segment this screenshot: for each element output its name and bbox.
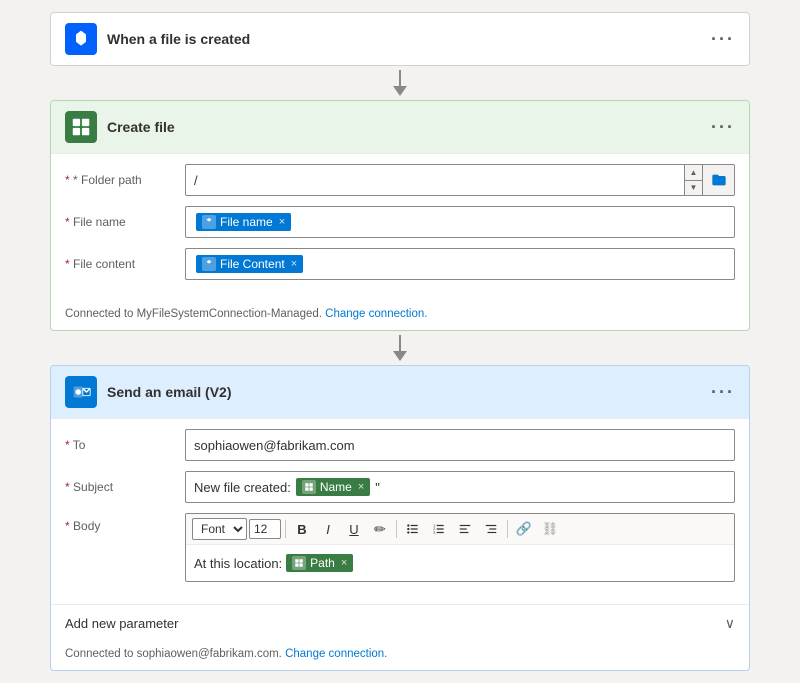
folder-browse-button[interactable]: [702, 165, 734, 195]
send-email-title: Send an email (V2): [107, 384, 701, 400]
file-content-token: File Content ×: [196, 255, 303, 273]
toolbar-sep-1: [285, 520, 286, 538]
folder-path-row: * * Folder path ▲ ▼: [65, 164, 735, 196]
outlook-icon: [65, 376, 97, 408]
dropbox-token-icon: [202, 215, 216, 229]
body-label: * Body: [65, 513, 175, 533]
subject-row: * Subject New file created: Name × ": [65, 471, 735, 503]
ordered-list-button[interactable]: 1.2.3.: [427, 517, 451, 541]
trigger-menu[interactable]: ···: [711, 29, 735, 50]
send-email-body: * To sophiaowen@fabrikam.com * Subject N…: [51, 418, 749, 604]
required-star-1: *: [65, 173, 73, 187]
create-file-card: Create file ··· * * Folder path ▲ ▼: [50, 100, 750, 331]
spinner-down[interactable]: ▼: [685, 181, 702, 196]
send-email-connection: Connected to sophiaowen@fabrikam.com. Ch…: [51, 642, 749, 670]
flow-container: When a file is created ··· Create file ·…: [16, 12, 784, 671]
subject-token-close[interactable]: ×: [358, 481, 364, 493]
link-button[interactable]: 🔗: [512, 517, 536, 541]
folder-path-input-wrapper: ▲ ▼: [185, 164, 735, 196]
add-param-label: Add new parameter: [65, 616, 178, 631]
dropbox-trigger-icon: [65, 23, 97, 55]
folder-path-label: * * Folder path: [65, 173, 175, 187]
file-name-input[interactable]: File name ×: [185, 206, 735, 238]
unordered-list-button[interactable]: [401, 517, 425, 541]
body-row: * Body Font B I U ✏: [65, 513, 735, 582]
italic-button[interactable]: I: [316, 517, 340, 541]
file-content-label: * File content: [65, 257, 175, 271]
subject-name-token: Name ×: [296, 478, 370, 496]
send-email-header: Send an email (V2) ···: [51, 366, 749, 418]
font-select[interactable]: Font: [192, 518, 247, 540]
send-email-change-connection[interactable]: Change connection.: [285, 648, 387, 660]
create-file-menu[interactable]: ···: [711, 117, 735, 138]
create-file-change-connection[interactable]: Change connection.: [325, 308, 427, 320]
spinner-up[interactable]: ▲: [685, 165, 702, 181]
create-file-body: * * Folder path ▲ ▼ * File name: [51, 153, 749, 302]
create-file-icon: [65, 111, 97, 143]
file-content-token-close[interactable]: ×: [291, 258, 297, 270]
path-token: Path ×: [286, 554, 353, 572]
add-param-bar[interactable]: Add new parameter ∨: [51, 604, 749, 642]
to-input[interactable]: sophiaowen@fabrikam.com: [185, 429, 735, 461]
editor-content[interactable]: At this location: Path ×: [186, 545, 734, 581]
body-editor: Font B I U ✏ 1.2.3.: [185, 513, 735, 582]
folder-path-spinner: ▲ ▼: [684, 165, 702, 195]
bold-button[interactable]: B: [290, 517, 314, 541]
file-content-row: * File content File Content ×: [65, 248, 735, 280]
toolbar-sep-2: [396, 520, 397, 538]
create-file-title: Create file: [107, 119, 701, 135]
pencil-button[interactable]: ✏: [368, 517, 392, 541]
send-email-card: Send an email (V2) ··· * To sophiaowen@f…: [50, 365, 750, 671]
toolbar-sep-3: [507, 520, 508, 538]
align-left-button[interactable]: [453, 517, 477, 541]
to-row: * To sophiaowen@fabrikam.com: [65, 429, 735, 461]
unlink-button[interactable]: ⛓: [538, 517, 562, 541]
arrow-1: [393, 66, 407, 100]
file-name-token: File name ×: [196, 213, 291, 231]
subject-label: * Subject: [65, 480, 175, 494]
path-token-close[interactable]: ×: [341, 557, 347, 569]
dropbox-content-token-icon: [202, 257, 216, 271]
create-file-subject-icon: [302, 480, 316, 494]
arrow-head-2: [393, 351, 407, 361]
font-size-input[interactable]: [249, 519, 281, 539]
chevron-down-icon: ∨: [725, 615, 735, 632]
file-name-label: * File name: [65, 215, 175, 229]
file-name-row: * File name File name ×: [65, 206, 735, 238]
to-label: * To: [65, 438, 175, 452]
trigger-card: When a file is created ···: [50, 12, 750, 66]
arrow-line-1: [399, 70, 401, 86]
trigger-header: When a file is created ···: [51, 13, 749, 65]
send-email-menu[interactable]: ···: [711, 382, 735, 403]
trigger-title: When a file is created: [107, 31, 701, 47]
underline-button[interactable]: U: [342, 517, 366, 541]
subject-input[interactable]: New file created: Name × ": [185, 471, 735, 503]
file-name-token-close[interactable]: ×: [279, 216, 285, 228]
arrow-line-2: [399, 335, 401, 351]
create-file-body-icon: [292, 556, 306, 570]
editor-toolbar: Font B I U ✏ 1.2.3.: [186, 514, 734, 545]
align-right-button[interactable]: [479, 517, 503, 541]
arrow-head-1: [393, 86, 407, 96]
create-file-header: Create file ···: [51, 101, 749, 153]
folder-path-input[interactable]: [186, 165, 684, 195]
arrow-2: [393, 331, 407, 365]
svg-text:3.: 3.: [433, 531, 436, 535]
create-file-connection: Connected to MyFileSystemConnection-Mana…: [51, 302, 749, 330]
file-content-input[interactable]: File Content ×: [185, 248, 735, 280]
